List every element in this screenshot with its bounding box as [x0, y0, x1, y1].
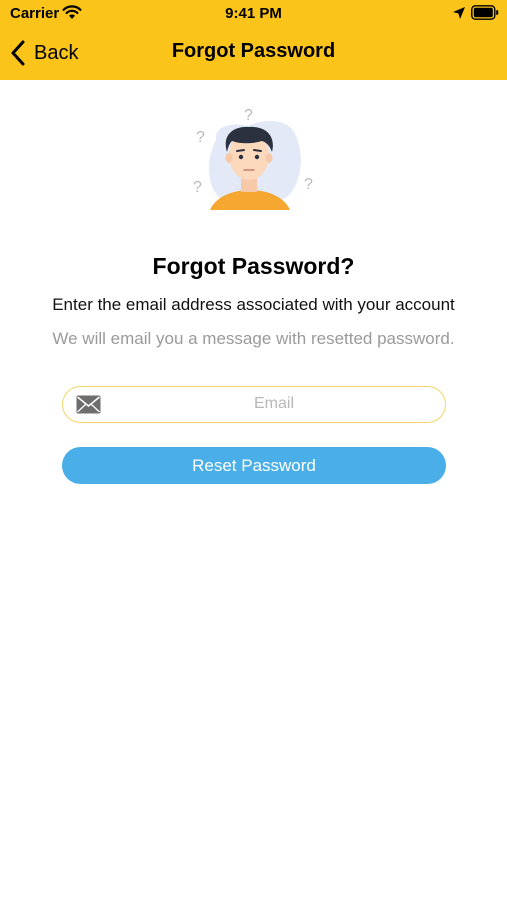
- battery-icon: [471, 5, 499, 20]
- page-subtitle: Enter the email address associated with …: [52, 295, 455, 314]
- status-time: 9:41 PM: [225, 5, 282, 22]
- navigation-bar: Back Forgot Password: [0, 30, 507, 76]
- location-arrow-icon: [453, 7, 465, 19]
- top-bar: Carrier 9:41 PM Back Forgot Password: [0, 0, 507, 80]
- chevron-left-icon: [11, 40, 25, 66]
- helper-text: We will email you a message with resette…: [52, 329, 455, 348]
- question-mark-icon: ?: [193, 179, 202, 196]
- envelope-icon: [76, 395, 101, 414]
- question-mark-icon: ?: [304, 176, 313, 193]
- page-heading: Forgot Password?: [152, 253, 355, 279]
- email-input[interactable]: [109, 387, 439, 421]
- confused-person-illustration: ? ? ? ?: [193, 107, 313, 210]
- question-mark-icon: ?: [196, 129, 205, 146]
- back-label: Back: [34, 41, 79, 64]
- question-mark-icon: ?: [244, 107, 253, 124]
- status-bar: Carrier 9:41 PM: [0, 0, 507, 28]
- reset-password-button[interactable]: Reset Password: [62, 447, 446, 484]
- email-field[interactable]: [62, 386, 446, 423]
- back-button[interactable]: Back: [10, 36, 78, 70]
